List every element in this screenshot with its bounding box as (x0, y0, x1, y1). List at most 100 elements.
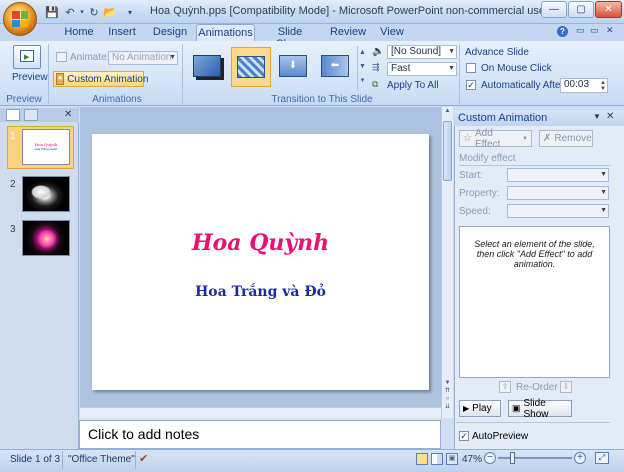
customize-qat-icon[interactable]: ▾ (122, 4, 138, 20)
tab-slide-show[interactable]: Slide Show (263, 24, 317, 50)
slide-thumbnail-2[interactable] (22, 176, 70, 212)
play-button[interactable]: ▶ Play (459, 400, 501, 417)
close-button[interactable]: ✕ (595, 1, 622, 18)
slide-show-button[interactable]: ▣ Slide Show (508, 397, 572, 420)
transition-dissolve-selected[interactable] (231, 47, 271, 87)
on-mouse-click-label: On Mouse Click (481, 63, 552, 74)
notes-pane[interactable]: Click to add notes (79, 420, 441, 449)
slides-tab-icon[interactable] (6, 109, 20, 121)
spelling-check-icon[interactable]: ✔ (139, 452, 148, 465)
remove-button[interactable]: ✗ Remove (539, 130, 593, 147)
preview-icon[interactable]: ▶ (13, 45, 41, 69)
scroll-nav-icon[interactable]: ▼ ⇈ ○ ⇊ (443, 379, 452, 413)
play-icon: ▶ (463, 404, 470, 413)
automatically-after-checkbox[interactable]: ✓ (466, 80, 476, 90)
ribbon-restore-icon[interactable]: ▭ (590, 25, 599, 36)
slide-number: 3 (10, 224, 16, 235)
theme-status: "Office Theme" (68, 454, 135, 465)
zoom-slider-handle[interactable] (510, 452, 515, 464)
divider (62, 451, 63, 469)
tab-view[interactable]: View (377, 24, 407, 41)
tab-review[interactable]: Review (329, 24, 367, 41)
advance-time-input[interactable]: 00:03 ▲ ▼ (560, 78, 608, 93)
transition-sound-dropdown[interactable]: [No Sound] ▼ (387, 45, 457, 59)
slide-thumbnail-3[interactable] (22, 220, 70, 256)
animate-label: Animate: (70, 52, 110, 63)
help-icon[interactable]: ? (557, 26, 568, 37)
on-mouse-click-checkbox[interactable] (466, 63, 476, 73)
slide-show-label: Slide Show (523, 397, 549, 420)
pink-flower-image (37, 229, 57, 249)
custom-animation-label: Custom Animation (67, 73, 149, 85)
scroll-up-icon[interactable]: ▲ (443, 108, 452, 118)
pane-options-icon[interactable]: ▼ (593, 112, 601, 121)
animations-group-label: Animations (92, 94, 142, 105)
transition-sound-value: [No Sound] (391, 46, 442, 57)
transition-speed-dropdown[interactable]: Fast ▼ (387, 62, 457, 76)
divider (135, 451, 136, 469)
minimize-button[interactable]: — (541, 1, 567, 18)
vertical-scrollbar[interactable]: ▲ ▼ ⇈ ○ ⇊ (441, 107, 453, 418)
ribbon-minimize-icon[interactable]: ▭ (576, 25, 585, 36)
reorder-down-icon[interactable]: ⇩ (560, 381, 572, 393)
save-icon[interactable]: 💾 (44, 4, 60, 20)
maximize-button[interactable]: ▢ (568, 1, 594, 18)
zoom-out-icon[interactable]: − (484, 452, 496, 464)
transition-gallery-scroll[interactable]: ▲ ▼ ▾ (357, 46, 367, 91)
group-separator (48, 44, 49, 104)
group-separator (182, 44, 183, 104)
outline-tab-icon[interactable] (24, 109, 38, 121)
open-icon[interactable]: 📂 (102, 4, 118, 20)
add-effect-button[interactable]: ☆ Add Effect ▼ (459, 128, 532, 150)
remove-icon: ✗ (543, 133, 552, 144)
animate-value: No Animation (112, 52, 172, 63)
office-button[interactable] (3, 2, 37, 36)
animation-list[interactable]: Select an element of the slide, then cli… (459, 226, 610, 378)
slide-show-icon: ▣ (512, 403, 521, 413)
redo-icon[interactable]: ↻ (86, 4, 102, 20)
slide-show-view-icon[interactable]: ▣ (446, 453, 458, 465)
zoom-in-icon[interactable]: + (574, 452, 586, 464)
slide-sorter-icon[interactable] (431, 453, 443, 465)
animate-icon (56, 52, 67, 62)
slide-number: 2 (10, 179, 16, 190)
custom-animation-button[interactable]: ★ Custom Animation (53, 71, 148, 87)
slide-title[interactable]: Hoa Quỳnh (92, 230, 429, 256)
property-label: Property: (459, 188, 500, 199)
preview-button[interactable]: Preview (12, 72, 48, 83)
slide-canvas[interactable]: Hoa Quỳnh Hoa Trắng và Đỏ (92, 134, 429, 390)
animation-list-hint: Select an element of the slide, then cli… (474, 239, 595, 269)
chevron-down-icon: ▼ (448, 48, 455, 55)
zoom-level: 47% (462, 454, 483, 465)
advance-time-value: 00:03 (564, 79, 590, 90)
slide-count-status: Slide 1 of 3 (10, 454, 61, 465)
tab-insert[interactable]: Insert (104, 24, 140, 41)
tab-home[interactable]: Home (62, 24, 96, 41)
ribbon-close-icon[interactable]: ✕ (606, 25, 614, 36)
normal-view-icon[interactable] (416, 453, 428, 465)
transition-wipe-left[interactable]: ⬅ (317, 49, 355, 84)
fit-to-window-icon[interactable]: ⤢ (595, 452, 609, 464)
scroll-thumb[interactable] (443, 121, 452, 181)
preview-group-label: Preview (6, 94, 42, 105)
slide-thumbnail-1[interactable]: Hoa Quỳnh Hoa Trắng và Đỏ (22, 129, 70, 165)
tab-design[interactable]: Design (150, 24, 190, 41)
transition-group-label: Transition to This Slide (271, 94, 373, 105)
pane-close-icon[interactable]: ✕ (606, 111, 614, 122)
autopreview-label: AutoPreview (472, 431, 529, 442)
autopreview-checkbox[interactable]: ✓ (459, 431, 469, 441)
apply-to-all-button[interactable]: Apply To All (387, 80, 439, 91)
close-panel-icon[interactable]: ✕ (64, 109, 72, 120)
reorder-up-icon[interactable]: ⇧ (499, 381, 511, 393)
transition-none[interactable] (189, 49, 227, 84)
arrow-down-icon: ⬇ (279, 55, 307, 77)
spin-icon[interactable]: ▲ ▼ (600, 80, 606, 92)
tab-animations[interactable]: Animations (196, 24, 255, 41)
slide-subtitle[interactable]: Hoa Trắng và Đỏ (92, 284, 429, 300)
play-label: Play (472, 403, 492, 414)
slide-number: 1 (10, 131, 16, 142)
modify-effect-label: Modify effect (459, 153, 516, 164)
transition-wipe-down[interactable]: ⬇ (275, 49, 313, 84)
horizontal-scrollbar[interactable] (80, 407, 441, 418)
chevron-down-icon: ▼ (448, 65, 455, 72)
